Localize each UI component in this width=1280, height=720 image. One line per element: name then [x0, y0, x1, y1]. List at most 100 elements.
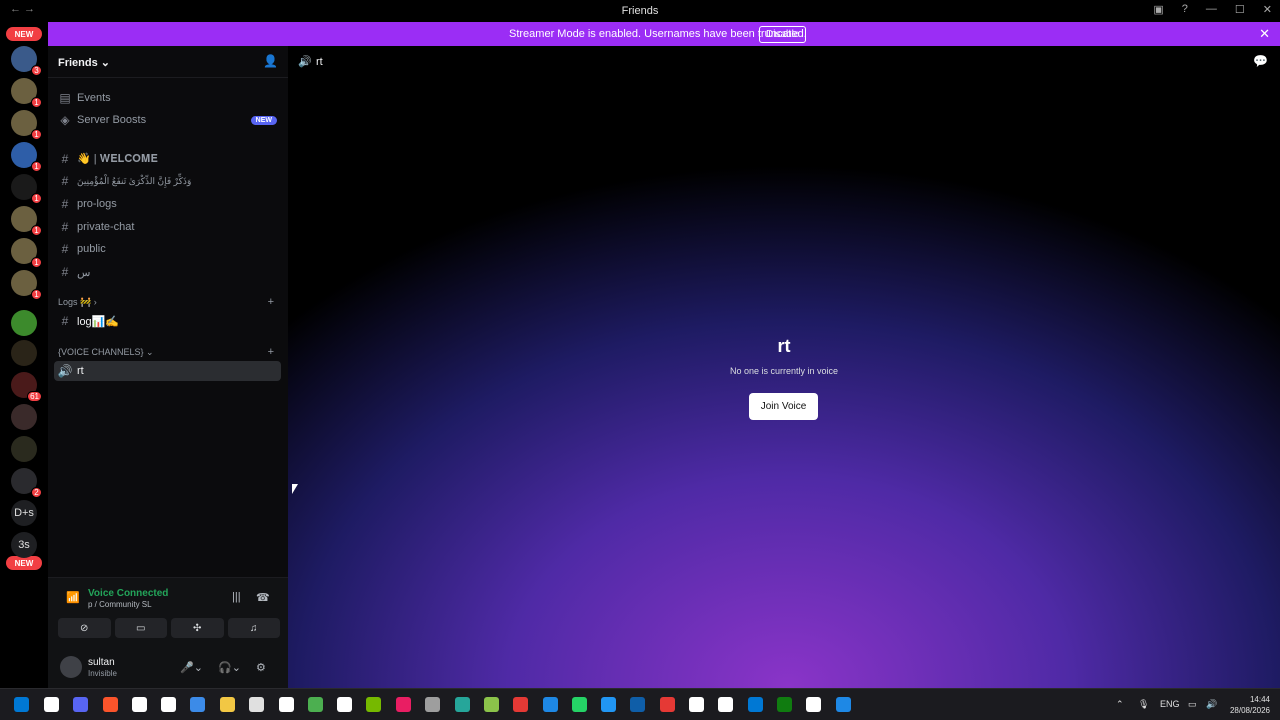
category-logs[interactable]: Logs 🚧 ›	[58, 297, 97, 308]
taskbar-app-icon[interactable]	[308, 697, 323, 712]
mic-tray-icon[interactable]: 🎙	[1138, 699, 1149, 710]
taskbar-app-icon[interactable]	[777, 697, 792, 712]
soundboard-button[interactable]: ♫	[227, 618, 280, 638]
screen-share-button[interactable]: ▭	[114, 618, 167, 638]
channel-pro-logs[interactable]: # pro-logs	[54, 194, 281, 214]
window-controls: ▣ ? — ☐ ✕	[1153, 3, 1272, 16]
add-channel-icon[interactable]: +	[268, 346, 274, 358]
add-channel-icon[interactable]: +	[268, 296, 274, 308]
network-icon[interactable]: ▭	[1188, 699, 1197, 710]
server-icon[interactable]	[11, 404, 37, 430]
channel-public[interactable]: # public	[54, 239, 281, 259]
taskbar-app-icon[interactable]	[425, 697, 440, 712]
events-item[interactable]: ▤ Events	[54, 88, 281, 108]
channel-welcome[interactable]: # 👋 | 𝐖𝐄𝐋𝐂𝐎𝐌𝐄	[54, 149, 281, 169]
maximize-button[interactable]: ☐	[1235, 3, 1245, 16]
server-icon[interactable]: 1	[11, 110, 42, 140]
camera-off-button[interactable]: ⊘	[58, 618, 111, 638]
clock[interactable]: 14:44 28/08/2026	[1230, 694, 1270, 716]
taskbar-app-icon[interactable]	[484, 697, 499, 712]
channel-sin[interactable]: # س	[54, 262, 281, 282]
taskbar-app-icon[interactable]	[132, 697, 147, 712]
new-badge-top[interactable]: NEW	[6, 27, 42, 41]
taskbar-app-icon[interactable]	[748, 697, 763, 712]
server-icon[interactable]: 3	[11, 46, 42, 76]
taskbar-app-icon[interactable]	[455, 697, 470, 712]
taskbar-app-icon[interactable]	[220, 697, 235, 712]
taskbar-app-icon[interactable]	[190, 697, 205, 712]
taskbar-app-icon[interactable]	[806, 697, 821, 712]
start-icon[interactable]	[14, 697, 29, 712]
username[interactable]: sultan	[88, 657, 115, 668]
close-icon[interactable]: ✕	[1259, 26, 1270, 42]
chat-bubble-icon[interactable]: 💬	[1253, 54, 1268, 68]
server-icon[interactable]: 1	[11, 174, 42, 204]
server-icon[interactable]	[11, 340, 37, 366]
taskbar-app-icon[interactable]	[396, 697, 411, 712]
voice-channel-rt[interactable]: 🔊 rt	[54, 361, 281, 381]
server-boosts-item[interactable]: ◈ Server Boosts NEW	[54, 110, 281, 130]
server-icon[interactable]: D+s	[11, 500, 37, 526]
user-status: Invisible	[88, 669, 117, 678]
taskbar-app-icon[interactable]	[103, 697, 118, 712]
voice-status[interactable]: Voice Connected	[88, 588, 168, 599]
taskbar-app-icon[interactable]	[161, 697, 176, 712]
sidebar-title[interactable]: Friends ⌄	[58, 56, 110, 69]
microphone-icon[interactable]: 🎤⌄	[180, 661, 203, 674]
disable-button[interactable]: Disable	[759, 26, 807, 43]
minimize-button[interactable]: —	[1206, 3, 1217, 16]
category-voice[interactable]: {VOICE CHANNELS} ⌄	[58, 347, 154, 358]
add-friend-icon[interactable]: 👤	[263, 54, 278, 68]
mention-badge: 1	[31, 257, 42, 268]
new-tag: NEW	[250, 115, 277, 125]
activities-button[interactable]: ✣	[171, 618, 224, 638]
server-icon[interactable]: 1	[11, 270, 42, 300]
tray-chevron-icon[interactable]: ⌃	[1116, 699, 1124, 710]
server-icon[interactable]: 61	[11, 372, 42, 402]
taskbar-app-icon[interactable]	[630, 697, 645, 712]
join-voice-button[interactable]: Join Voice	[749, 393, 818, 420]
taskbar-app-icon[interactable]	[718, 697, 733, 712]
channel-private-chat[interactable]: # private-chat	[54, 217, 281, 237]
date: 28/08/2026	[1229, 706, 1270, 715]
headphones-icon[interactable]: 🎧⌄	[218, 661, 241, 674]
taskbar-app-icon[interactable]	[572, 697, 587, 712]
taskbar-app-icon[interactable]	[249, 697, 264, 712]
server-icon[interactable]: 1	[11, 142, 42, 172]
server-icon[interactable]: 2	[11, 468, 42, 498]
server-icon[interactable]: 3s	[11, 532, 37, 558]
server-icon[interactable]: 1	[11, 78, 42, 108]
server-icon[interactable]	[11, 310, 37, 336]
taskbar-app-icon[interactable]	[513, 697, 528, 712]
channel-arabic[interactable]: # وَذَكِّرْ فَإِنَّ الذِّكْرَىٰ تَنفَعُ …	[54, 171, 281, 191]
server-icon[interactable]: 1	[11, 206, 42, 236]
taskbar-app-icon[interactable]	[601, 697, 616, 712]
search-icon[interactable]	[44, 697, 59, 712]
new-badge-bottom[interactable]: NEW	[6, 556, 42, 570]
taskbar-app-icon[interactable]	[543, 697, 558, 712]
noise-suppression-icon[interactable]: |||	[232, 591, 241, 603]
voice-location[interactable]: p / Community SL	[88, 600, 152, 609]
taskbar-app-icon[interactable]	[836, 697, 851, 712]
settings-gear-icon[interactable]: ⚙	[256, 661, 266, 674]
taskbar-app-icon[interactable]	[366, 697, 381, 712]
taskbar-app-icon[interactable]	[689, 697, 704, 712]
server-icon[interactable]	[11, 436, 37, 462]
taskbar-app-icon[interactable]	[337, 697, 352, 712]
taskbar-app-icon[interactable]	[660, 697, 675, 712]
close-window-button[interactable]: ✕	[1263, 3, 1272, 16]
signal-icon[interactable]: 📶	[66, 591, 80, 604]
inbox-icon[interactable]: ▣	[1153, 3, 1163, 16]
server-icon[interactable]: 1	[11, 238, 42, 268]
avatar[interactable]	[60, 656, 82, 678]
taskbar-app-icon[interactable]	[73, 697, 88, 712]
disconnect-icon[interactable]: ☎	[256, 591, 270, 604]
taskbar-app-icon[interactable]	[279, 697, 294, 712]
language-indicator[interactable]: ENG	[1160, 699, 1180, 709]
volume-icon[interactable]: 🔊	[1206, 699, 1217, 710]
time: 14:44	[1249, 695, 1270, 704]
mouse-cursor	[292, 484, 298, 494]
sidebar-header[interactable]: Friends ⌄ 👤	[48, 46, 288, 78]
channel-log[interactable]: # log📊✍️	[54, 311, 281, 331]
help-icon[interactable]: ?	[1182, 3, 1188, 16]
